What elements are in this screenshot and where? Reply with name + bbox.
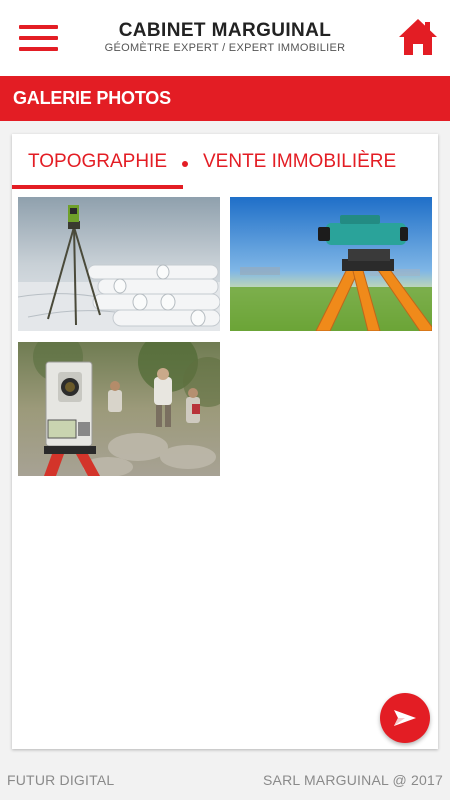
tab-vente-immobiliere[interactable]: VENTE IMMOBILIÈRE (203, 151, 396, 173)
brand: CABINET MARGUINAL GÉOMÈTRE EXPERT / EXPE… (80, 20, 370, 55)
footer-copyright: SARL MARGUINAL @ 2017 (263, 772, 443, 788)
tab-separator-dot (182, 161, 188, 167)
home-icon[interactable] (398, 18, 438, 56)
app-header: CABINET MARGUINAL GÉOMÈTRE EXPERT / EXPE… (0, 0, 450, 76)
gallery-photo-total-station[interactable] (18, 342, 220, 476)
gallery-photo-theodolite[interactable] (18, 197, 220, 331)
active-tab-indicator (12, 185, 183, 189)
menu-bar (19, 36, 58, 40)
menu-bar (19, 25, 58, 29)
send-icon (394, 710, 416, 726)
menu-bar (19, 47, 58, 51)
send-button[interactable] (380, 693, 430, 743)
footer-credit: FUTUR DIGITAL (7, 772, 115, 788)
section-header: GALERIE PHOTOS (0, 76, 450, 121)
tab-topographie[interactable]: TOPOGRAPHIE (28, 151, 167, 173)
section-title: GALERIE PHOTOS (13, 88, 171, 108)
hamburger-menu-icon[interactable] (19, 24, 58, 52)
app-title: CABINET MARGUINAL (118, 20, 332, 41)
gallery-photo-level[interactable] (230, 197, 432, 331)
gallery-tabs: TOPOGRAPHIE VENTE IMMOBILIÈRE (12, 146, 438, 194)
gallery-card: TOPOGRAPHIE VENTE IMMOBILIÈRE (12, 134, 438, 749)
app-subtitle: GÉOMÈTRE EXPERT / EXPERT IMMOBILIER (104, 42, 346, 54)
